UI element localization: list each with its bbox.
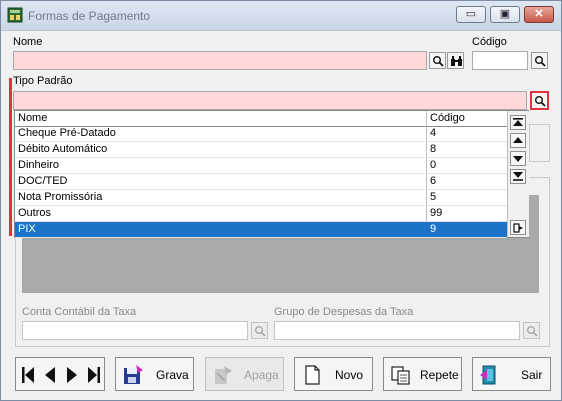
row-codigo: 0 [430,159,437,171]
search-icon [433,56,444,67]
conta-taxa-input[interactable] [22,321,248,340]
grupo-despesas-search-button[interactable] [523,322,540,339]
copy-document-icon [391,366,410,385]
restore-button[interactable]: ▣ [490,6,520,23]
dropdown-scroll-panel [507,111,529,237]
first-record-button[interactable] [19,364,37,386]
row-codigo: 4 [430,127,437,139]
sair-button[interactable]: Sair [472,357,551,391]
nome-input[interactable] [13,51,427,70]
column-header-nome[interactable]: Nome [18,112,47,124]
arrow-up-icon [513,137,523,143]
required-marker [9,78,12,236]
dropdown-row[interactable]: Outros 99 [15,206,507,222]
pick-hand-icon [513,223,523,233]
grava-button[interactable]: Grava [115,357,194,391]
tipo-padrao-dropdown[interactable]: Nome Código Cheque Pré-Datado 4 Débito A… [14,110,529,238]
apaga-button[interactable]: Apaga [205,357,284,391]
nome-search-button[interactable] [429,52,446,69]
scroll-last-button[interactable] [510,169,526,184]
scroll-up-button[interactable] [510,133,526,148]
row-codigo: 6 [430,175,437,187]
row-nome: Nota Promissória [18,191,103,203]
repete-button[interactable]: Repete [383,357,462,391]
conta-taxa-search-button[interactable] [251,322,268,339]
row-nome: Outros [18,207,52,219]
dropdown-row[interactable]: DOC/TED 6 [15,174,507,190]
minimize-button[interactable]: ▭ [456,6,486,23]
last-record-button[interactable] [85,364,103,386]
group-box-right [529,124,550,162]
save-disk-icon [124,365,143,384]
nome-binoculars-button[interactable] [447,52,464,69]
row-nome: Débito Automático [18,143,108,155]
first-record-icon [513,118,523,126]
last-record-icon [513,172,523,181]
arrow-down-icon [513,156,523,162]
formas-pagamento-window: Formas de Pagamento ▭ ▣ ✕ Nome Código Ti… [0,0,562,401]
sair-label: Sair [521,368,543,382]
binoculars-icon [451,56,462,66]
app-icon [7,7,23,23]
search-icon [255,326,266,337]
grava-label: Grava [156,368,189,382]
search-icon [535,96,546,107]
scroll-down-button[interactable] [510,151,526,166]
novo-button[interactable]: Novo [294,357,373,391]
search-icon [535,56,546,67]
tipo-padrao-label: Tipo Padrão [13,75,73,87]
search-icon [527,326,538,337]
codigo-input[interactable] [472,51,528,70]
dropdown-row[interactable]: Nota Promissória 5 [15,190,507,206]
tipo-padrao-search-button[interactable] [530,91,549,110]
conta-taxa-label: Conta Contábil da Taxa [22,306,137,318]
novo-label: Novo [335,368,364,382]
row-codigo: 9 [430,223,437,235]
tipo-padrao-input[interactable] [13,91,527,110]
row-nome: DOC/TED [18,175,68,187]
codigo-search-button[interactable] [531,52,548,69]
restore-icon: ▣ [499,8,511,20]
dropdown-row[interactable]: Dinheiro 0 [15,158,507,174]
close-button[interactable]: ✕ [524,6,554,23]
next-record-button[interactable] [63,364,81,386]
previous-record-button[interactable] [41,364,59,386]
dropdown-header: Nome Código [15,111,507,127]
row-nome: Cheque Pré-Datado [18,127,116,139]
exit-door-icon [480,365,496,385]
row-codigo: 8 [430,143,437,155]
codigo-label: Código [472,36,507,48]
row-codigo: 99 [430,207,443,219]
row-nome: PIX [18,223,36,235]
minimize-icon: ▭ [465,8,477,20]
nome-label: Nome [13,36,43,48]
grupo-despesas-label: Grupo de Despesas da Taxa [274,306,414,318]
row-nome: Dinheiro [18,159,59,171]
dropdown-row[interactable]: Débito Automático 8 [15,142,507,158]
grupo-despesas-input[interactable] [274,321,520,340]
title-bar: Formas de Pagamento ▭ ▣ ✕ [1,1,561,31]
select-item-button[interactable] [510,220,526,235]
apaga-label: Apaga [244,368,279,382]
dropdown-row-selected[interactable]: PIX 9 [15,222,507,238]
record-navigator [15,357,105,391]
close-icon: ✕ [534,8,544,20]
repete-label: Repete [420,368,459,382]
delete-icon [215,366,232,384]
row-codigo: 5 [430,191,437,203]
dropdown-row[interactable]: Cheque Pré-Datado 4 [15,126,507,142]
column-header-codigo[interactable]: Código [430,112,465,124]
scroll-first-button[interactable] [510,115,526,130]
window-title: Formas de Pagamento [28,9,151,23]
new-document-icon [305,365,320,385]
